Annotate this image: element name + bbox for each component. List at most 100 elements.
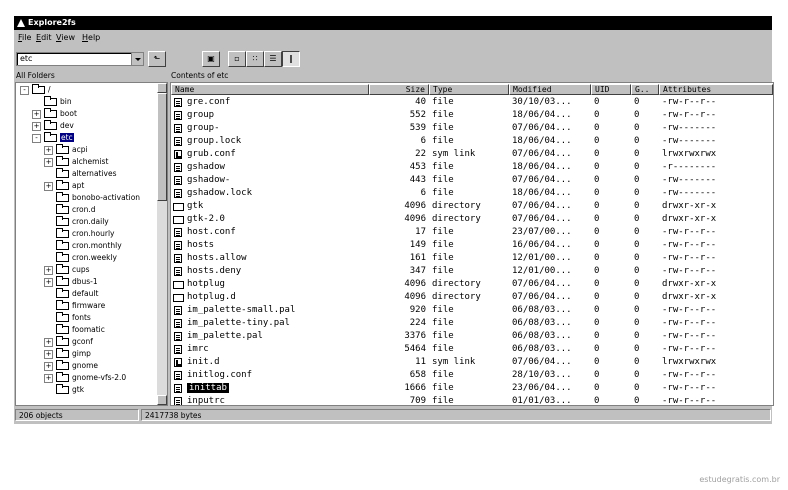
- tree-item-label: bin: [60, 97, 72, 106]
- large-icons-button[interactable]: ▫: [228, 51, 246, 67]
- file-uid: 0: [594, 149, 600, 159]
- folder-icon: [44, 96, 57, 106]
- tree-item-gtk[interactable]: gtk: [16, 384, 156, 396]
- chevron-down-icon[interactable]: [131, 53, 143, 65]
- file-row[interactable]: host.conf 17 file 23/07/00... 0 0 -rw-r--r--: [171, 226, 773, 239]
- file-row[interactable]: group.lock 6 file 18/06/04... 0 0 -rw-------: [171, 135, 773, 148]
- tree-item-dbus-1[interactable]: + dbus-1: [16, 276, 156, 288]
- column-header-attr[interactable]: Attributes: [659, 84, 773, 95]
- file-row[interactable]: hotplug 4096 directory 07/06/04... 0 0 drwxr-x…: [171, 278, 773, 291]
- folder-icon: [56, 288, 69, 298]
- file-row[interactable]: inittab 1666 file 23/06/04... 0 0 -rw-r--r--: [171, 382, 773, 395]
- expand-icon[interactable]: +: [44, 182, 53, 191]
- expand-icon[interactable]: +: [44, 350, 53, 359]
- tree-item-gimp[interactable]: + gimp: [16, 348, 156, 360]
- file-attr: -rw-r--r--: [662, 97, 717, 107]
- file-row[interactable]: hosts 149 file 16/06/04... 0 0 -rw-r--r--: [171, 239, 773, 252]
- file-list[interactable]: Name Size Type Modified UID G.. Attributes gre.…: [170, 82, 774, 406]
- expand-icon[interactable]: +: [32, 110, 41, 119]
- tree-item-cron-weekly[interactable]: cron.weekly: [16, 252, 156, 264]
- menu-file[interactable]: File: [18, 33, 31, 42]
- tree-item-bonobo-activation[interactable]: bonobo-activation: [16, 192, 156, 204]
- column-header-name[interactable]: Name: [171, 84, 369, 95]
- file-row[interactable]: gshadow.lock 6 file 18/06/04... 0 0 -rw-------: [171, 187, 773, 200]
- tree-item-dev[interactable]: + dev: [16, 120, 156, 132]
- file-row[interactable]: gtk 4096 directory 07/06/04... 0 0 drwxr-xr-x: [171, 200, 773, 213]
- expand-icon[interactable]: +: [44, 158, 53, 167]
- file-row[interactable]: group 552 file 18/06/04... 0 0 -rw-r--r--: [171, 109, 773, 122]
- file-modified: 23/07/00...: [512, 227, 572, 237]
- expand-icon[interactable]: +: [44, 338, 53, 347]
- scroll-down-arrow-icon[interactable]: [157, 395, 167, 405]
- tree-item-default[interactable]: default: [16, 288, 156, 300]
- tree-item-gnome-vfs-2-0[interactable]: + gnome-vfs-2.0: [16, 372, 156, 384]
- file-row[interactable]: im_palette.pal 3376 file 06/08/03... 0 0 -rw-r…: [171, 330, 773, 343]
- column-header-size[interactable]: Size: [369, 84, 429, 95]
- list-view-button[interactable]: ☰: [264, 51, 282, 67]
- file-row[interactable]: gshadow 453 file 18/06/04... 0 0 -r--------: [171, 161, 773, 174]
- file-row[interactable]: hotplug.d 4096 directory 07/06/04... 0 0 drwxr…: [171, 291, 773, 304]
- file-row[interactable]: group- 539 file 07/06/04... 0 0 -rw-------: [171, 122, 773, 135]
- tree-item-cron-monthly[interactable]: cron.monthly: [16, 240, 156, 252]
- scroll-thumb[interactable]: [157, 93, 167, 201]
- tree-item-bin[interactable]: bin: [16, 96, 156, 108]
- tree-item-cron-d[interactable]: cron.d: [16, 204, 156, 216]
- tree-scrollbar[interactable]: [157, 83, 167, 405]
- column-header-uid[interactable]: UID: [591, 84, 631, 95]
- expand-icon[interactable]: +: [44, 362, 53, 371]
- tree-item-foomatic[interactable]: foomatic: [16, 324, 156, 336]
- tree-item-cron-hourly[interactable]: cron.hourly: [16, 228, 156, 240]
- expand-icon[interactable]: +: [44, 278, 53, 287]
- tree-item--[interactable]: - /: [16, 84, 156, 96]
- folder-tree[interactable]: - / bin + boot + dev - etc + acpi + alchemist alterna…: [15, 82, 168, 406]
- file-row[interactable]: initlog.conf 658 file 28/10/03... 0 0 -rw-r--r…: [171, 369, 773, 382]
- tree-item-apt[interactable]: + apt: [16, 180, 156, 192]
- tree-item-firmware[interactable]: firmware: [16, 300, 156, 312]
- tree-item-cron-daily[interactable]: cron.daily: [16, 216, 156, 228]
- up-folder-button[interactable]: ⬑: [148, 51, 166, 67]
- file-row[interactable]: imrc 5464 file 06/08/03... 0 0 -rw-r--r--: [171, 343, 773, 356]
- menu-edit[interactable]: Edit: [36, 33, 52, 42]
- file-row[interactable]: im_palette-tiny.pal 224 file 06/08/03... 0 0 -…: [171, 317, 773, 330]
- tree-item-gconf[interactable]: + gconf: [16, 336, 156, 348]
- file-row[interactable]: gtk-2.0 4096 directory 07/06/04... 0 0 drwxr-x…: [171, 213, 773, 226]
- collapse-icon[interactable]: -: [32, 134, 41, 143]
- tree-item-cups[interactable]: + cups: [16, 264, 156, 276]
- details-view-button[interactable]: ‖: [282, 51, 300, 67]
- column-header-modified[interactable]: Modified: [509, 84, 591, 95]
- expand-icon[interactable]: +: [44, 266, 53, 275]
- path-combobox[interactable]: etc: [16, 52, 144, 66]
- tree-item-etc[interactable]: - etc: [16, 132, 156, 144]
- tree-item-alternatives[interactable]: alternatives: [16, 168, 156, 180]
- tree-item-label: cron.hourly: [72, 229, 115, 238]
- expand-icon[interactable]: +: [32, 122, 41, 131]
- file-size: 6: [420, 136, 426, 146]
- tree-item-gnome[interactable]: + gnome: [16, 360, 156, 372]
- file-row[interactable]: init.d 11 sym link 07/06/04... 0 0 lrwxrwxrwx: [171, 356, 773, 369]
- file-row[interactable]: gre.conf 40 file 30/10/03... 0 0 -rw-r--r--: [171, 96, 773, 109]
- expand-icon[interactable]: +: [44, 374, 53, 383]
- tree-item-fonts[interactable]: fonts: [16, 312, 156, 324]
- file-row[interactable]: gshadow- 443 file 07/06/04... 0 0 -rw-------: [171, 174, 773, 187]
- file-row[interactable]: im_palette-small.pal 920 file 06/08/03... 0 0…: [171, 304, 773, 317]
- file-size: 4096: [404, 214, 426, 224]
- file-uid: 0: [594, 292, 600, 302]
- scroll-up-arrow-icon[interactable]: [157, 83, 167, 93]
- tree-item-boot[interactable]: + boot: [16, 108, 156, 120]
- small-icons-button[interactable]: ∷: [246, 51, 264, 67]
- properties-button[interactable]: ▣: [202, 51, 220, 67]
- file-row[interactable]: inputrc 709 file 01/01/03... 0 0 -rw-r--r--: [171, 395, 773, 405]
- column-header-type[interactable]: Type: [429, 84, 509, 95]
- tree-item-acpi[interactable]: + acpi: [16, 144, 156, 156]
- tree-item-alchemist[interactable]: + alchemist: [16, 156, 156, 168]
- folder-icon: [56, 156, 69, 166]
- menu-view[interactable]: View: [56, 33, 75, 42]
- collapse-icon[interactable]: -: [20, 86, 29, 95]
- expand-icon[interactable]: +: [44, 146, 53, 155]
- file-row[interactable]: hosts.allow 161 file 12/01/00... 0 0 -rw-r--r-…: [171, 252, 773, 265]
- tree-item-label: alchemist: [72, 157, 109, 166]
- file-row[interactable]: hosts.deny 347 file 12/01/00... 0 0 -rw-r--r--: [171, 265, 773, 278]
- file-row[interactable]: grub.conf 22 sym link 07/06/04... 0 0 lrwxrwxr…: [171, 148, 773, 161]
- menu-help[interactable]: Help: [82, 33, 100, 42]
- column-header-gid[interactable]: G..: [631, 84, 659, 95]
